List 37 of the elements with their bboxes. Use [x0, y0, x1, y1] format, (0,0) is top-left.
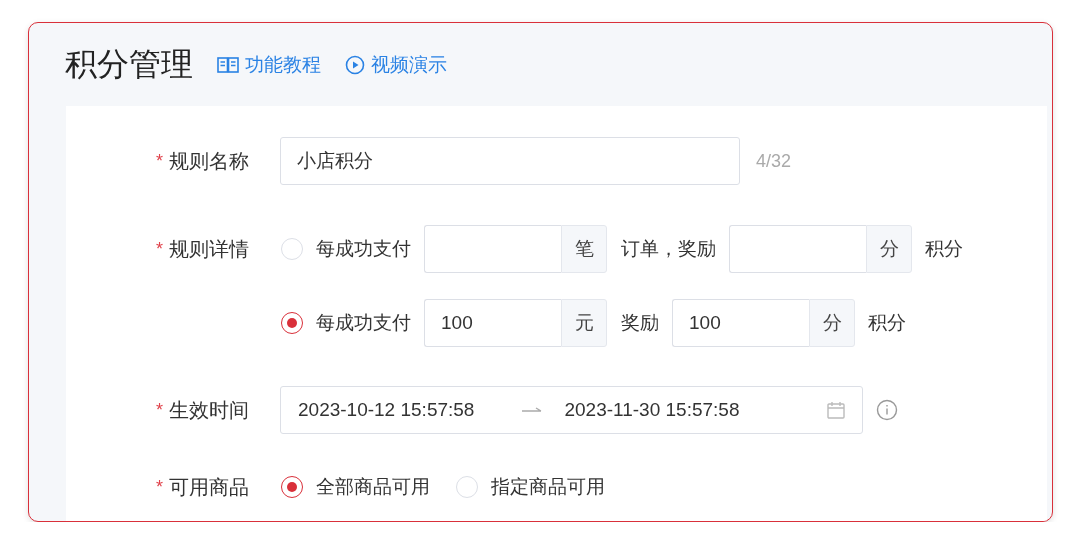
required-mark: *: [156, 150, 163, 172]
start-date: 2023-10-12 15:57:58: [298, 399, 475, 421]
rule-text: 奖励: [621, 311, 659, 335]
field-label: 可用商品: [169, 474, 249, 500]
page-title: 积分管理: [65, 44, 193, 84]
book-icon: [217, 55, 239, 74]
radio-option[interactable]: 指定商品可用: [456, 474, 605, 500]
field-label: 规则详情: [169, 236, 249, 262]
required-mark: *: [156, 238, 163, 260]
unit-label: 元: [561, 299, 607, 347]
input-field[interactable]: 小店积分: [280, 137, 740, 185]
required-mark: *: [156, 476, 163, 498]
radio-option[interactable]: 全部商品可用: [281, 474, 430, 500]
date-range-field[interactable]: 2023-10-12 15:57:58 2023-11-30 15:57:58: [280, 386, 863, 434]
info-icon[interactable]: [876, 399, 898, 421]
calendar-icon: [826, 400, 846, 420]
unit-label: 分: [809, 299, 855, 347]
help-link[interactable]: 功能教程: [217, 51, 321, 78]
field-label: 规则名称: [169, 148, 249, 174]
required-mark: *: [156, 399, 163, 421]
unit-label: 分: [866, 225, 912, 273]
rule-text: 积分: [868, 311, 906, 335]
input-field[interactable]: [729, 225, 866, 273]
char-counter: 4/32: [756, 150, 792, 172]
arrow-icon: [522, 406, 543, 414]
input-field[interactable]: 100: [424, 299, 561, 347]
input-field[interactable]: [424, 225, 561, 273]
rule-text: 订单，奖励: [621, 237, 716, 261]
radio-option[interactable]: 每成功支付: [281, 310, 411, 336]
input-field[interactable]: 100: [672, 299, 809, 347]
help-link[interactable]: 视频演示: [345, 51, 447, 78]
end-date: 2023-11-30 15:57:58: [564, 399, 740, 421]
play-icon: [345, 54, 365, 75]
rule-text: 积分: [925, 237, 963, 261]
unit-label: 笔: [561, 225, 607, 273]
field-label: 生效时间: [169, 397, 249, 423]
radio-option[interactable]: 每成功支付: [281, 236, 411, 262]
